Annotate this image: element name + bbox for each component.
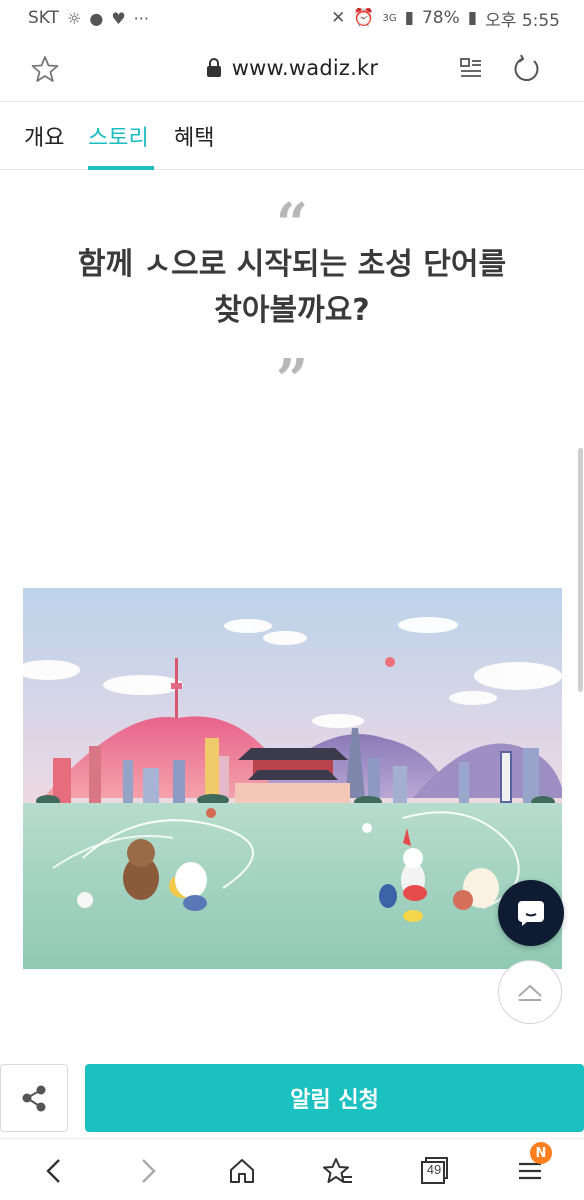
url-bar: www.wadiz.kr bbox=[0, 36, 584, 102]
reload-icon[interactable] bbox=[512, 54, 542, 84]
back-arrow-icon bbox=[46, 1159, 60, 1183]
quote-line-1: 함께 ㅅ으로 시작되는 초성 단어를 bbox=[77, 247, 507, 282]
tab-overview[interactable]: 개요 bbox=[24, 120, 64, 152]
clock-label: 오후 5:55 bbox=[485, 10, 560, 31]
share-icon bbox=[22, 1085, 46, 1112]
reader-mode-icon[interactable] bbox=[458, 56, 484, 82]
mute-icon: ✕ bbox=[331, 8, 346, 28]
home-button[interactable] bbox=[224, 1153, 260, 1189]
address-field[interactable]: www.wadiz.kr bbox=[0, 56, 584, 80]
story-tab-bar: 개요 스토리 혜택 bbox=[0, 102, 584, 170]
scroll-top-button[interactable] bbox=[498, 960, 562, 1024]
notify-request-button[interactable]: 알림 신청 bbox=[85, 1064, 584, 1132]
chevron-up-icon bbox=[518, 984, 542, 1001]
tabs-button[interactable]: 49 bbox=[416, 1153, 452, 1189]
tab-story[interactable]: 스토리 bbox=[88, 120, 149, 152]
back-button[interactable] bbox=[36, 1153, 72, 1189]
battery-label: 78% bbox=[421, 8, 460, 28]
chat-icon bbox=[518, 901, 544, 926]
message-icon: ● bbox=[89, 8, 104, 28]
lock-icon bbox=[206, 58, 221, 77]
browser-nav-bar: 49 bbox=[0, 1138, 584, 1200]
share-button[interactable] bbox=[0, 1064, 68, 1132]
heart-icon: ♥ bbox=[111, 8, 126, 28]
bookmark-star-icon bbox=[323, 1158, 352, 1183]
weather-icon: ☼ bbox=[67, 8, 82, 28]
alarm-icon: ⏰ bbox=[353, 8, 375, 28]
battery-icon: ▮ bbox=[467, 8, 478, 28]
forward-arrow-icon bbox=[142, 1159, 156, 1183]
signal-icon: ▮ bbox=[404, 8, 414, 28]
close-quote-mark: ” bbox=[275, 347, 309, 413]
carrier-label: SKT bbox=[28, 8, 60, 28]
active-tab-indicator bbox=[88, 166, 154, 170]
menu-new-badge: N bbox=[530, 1142, 552, 1164]
bookmarks-button[interactable] bbox=[320, 1153, 356, 1189]
scrollbar-thumb[interactable] bbox=[578, 448, 583, 692]
seoul-illustration bbox=[23, 588, 562, 969]
more-icon: ··· bbox=[133, 8, 149, 28]
home-icon bbox=[230, 1159, 254, 1183]
url-text: www.wadiz.kr bbox=[231, 56, 379, 80]
tab-count: 49 bbox=[426, 1162, 442, 1177]
status-bar: SKT ☼ ● ♥ ··· ✕ ⏰ 3G ▮ 78% ▮ 오후 5:55 bbox=[0, 0, 584, 36]
network-label: 3G bbox=[382, 12, 397, 24]
quote-text: 함께 ㅅ으로 시작되는 초성 단어를 찾아볼까요? bbox=[0, 242, 584, 334]
tab-benefits[interactable]: 혜택 bbox=[174, 120, 214, 152]
quote-line-2: 찾아볼까요? bbox=[214, 293, 370, 328]
chat-button[interactable] bbox=[498, 880, 564, 946]
forward-button[interactable] bbox=[130, 1153, 166, 1189]
